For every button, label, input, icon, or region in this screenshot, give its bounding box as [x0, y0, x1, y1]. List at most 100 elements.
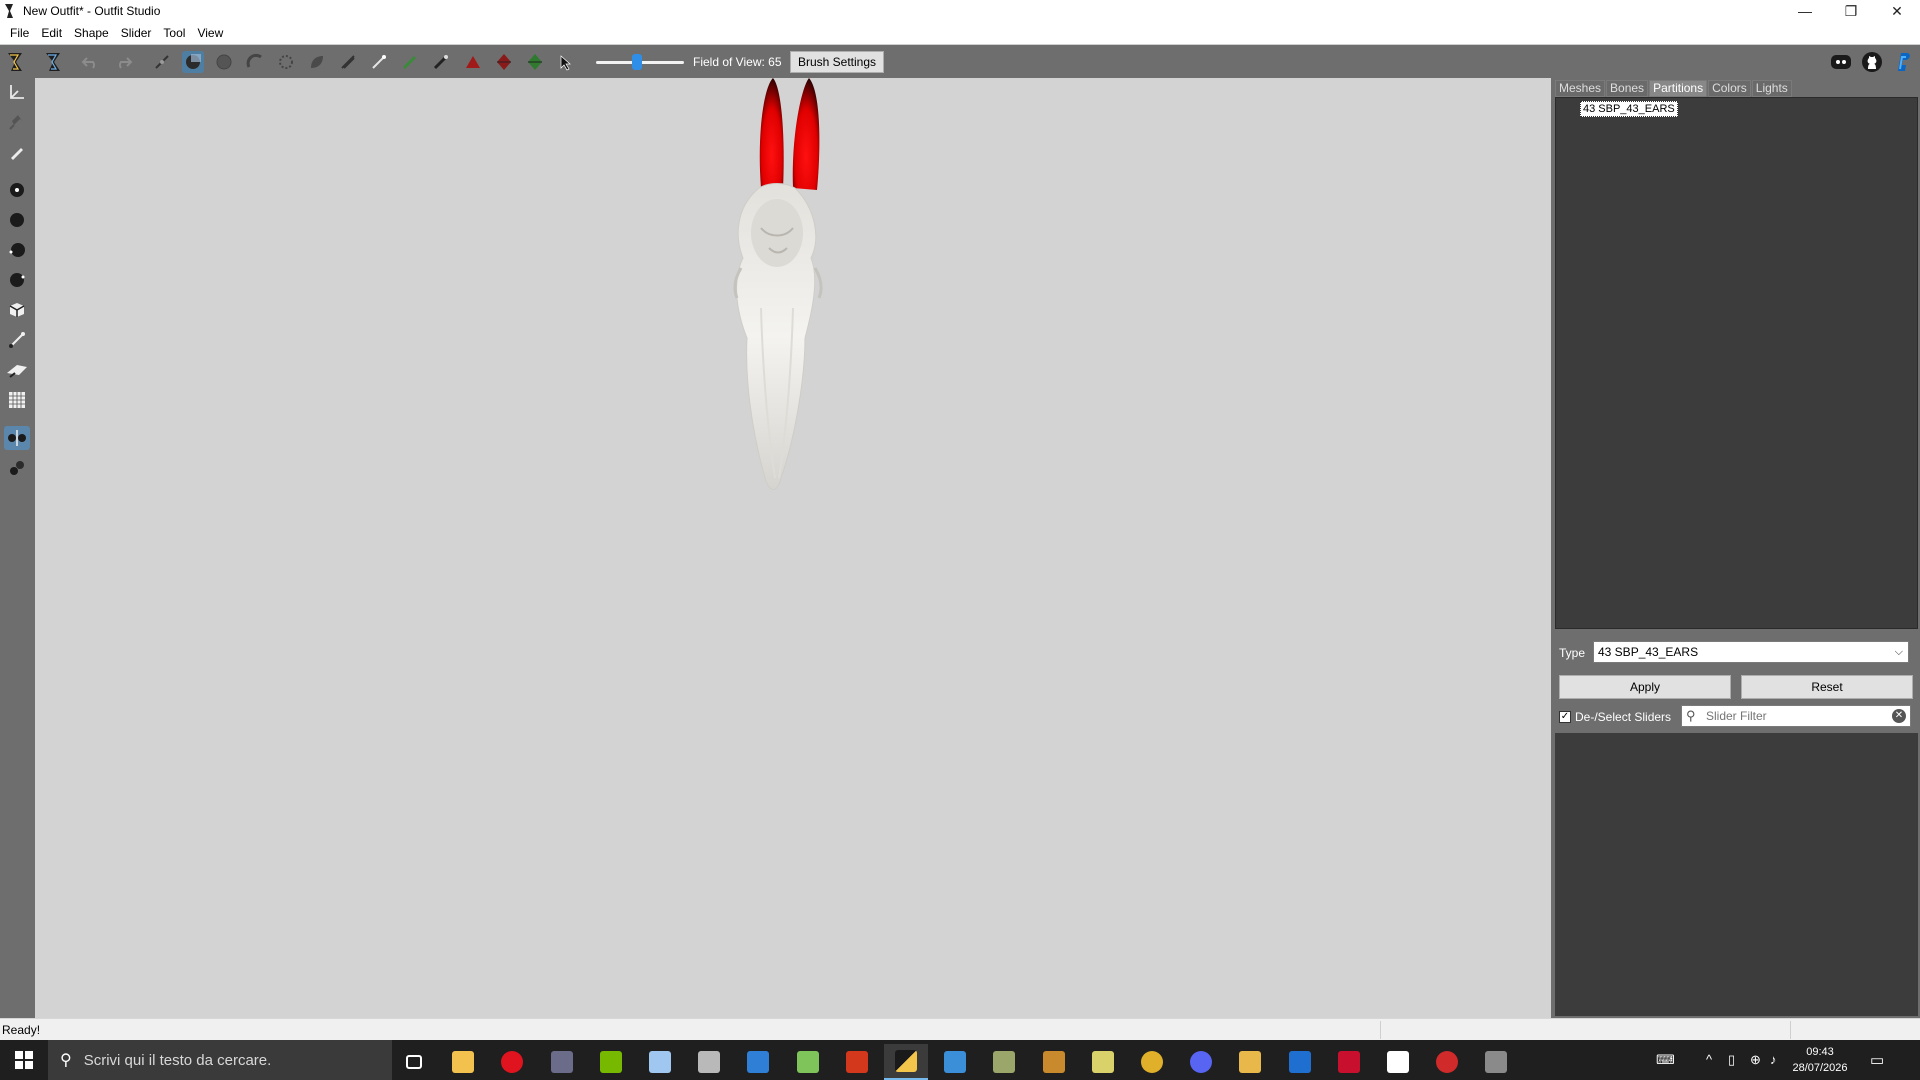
- pivot-tool-icon[interactable]: [4, 110, 30, 134]
- brush-settings-button[interactable]: Brush Settings: [790, 51, 884, 73]
- discord-icon[interactable]: [1830, 51, 1852, 73]
- cube-icon[interactable]: [4, 298, 30, 322]
- brush-app-taskbar-button[interactable]: [638, 1044, 682, 1080]
- move-brush-icon[interactable]: [306, 51, 328, 73]
- weight-brush-icon[interactable]: [368, 51, 390, 73]
- cursor-icon[interactable]: [555, 51, 577, 73]
- deselect-sliders-checkbox[interactable]: ✓ De-/Select Sliders: [1559, 710, 1671, 724]
- volume-icon[interactable]: ♪: [1770, 1052, 1777, 1067]
- task-view-taskbar-button[interactable]: [392, 1044, 436, 1080]
- discord-taskbar-button[interactable]: [1179, 1044, 1223, 1080]
- network-app-taskbar-button[interactable]: [1376, 1044, 1420, 1080]
- fallout-icon: [846, 1051, 868, 1073]
- flip-edge-icon[interactable]: [493, 51, 515, 73]
- window-app-taskbar-button[interactable]: [933, 1044, 977, 1080]
- blue-square-taskbar-button[interactable]: [1278, 1044, 1322, 1080]
- menu-file[interactable]: File: [4, 26, 35, 40]
- vertex-sphere-icon[interactable]: [4, 268, 30, 292]
- tab-bones[interactable]: Bones: [1606, 80, 1649, 97]
- vertex-mid-icon[interactable]: [4, 238, 30, 262]
- collapse-vertex-icon[interactable]: [462, 51, 484, 73]
- outfit-studio-logo-icon[interactable]: [4, 51, 26, 73]
- tab-colors[interactable]: Colors: [1708, 80, 1751, 97]
- 3d-viewport[interactable]: [35, 78, 1551, 1018]
- creature-app-taskbar-button[interactable]: [1032, 1044, 1076, 1080]
- network-icon[interactable]: ⊕: [1750, 1052, 1761, 1068]
- notification-icon[interactable]: ▭: [1870, 1051, 1884, 1069]
- deselect-sliders-label: De-/Select Sliders: [1575, 710, 1672, 724]
- slider-thumb[interactable]: [632, 54, 642, 70]
- keyboard-icon[interactable]: ⌨: [1656, 1052, 1675, 1068]
- field-of-view-slider[interactable]: [596, 54, 684, 70]
- outfit-studio-taskbar-button[interactable]: [884, 1044, 928, 1080]
- app-generic-icon: [551, 1051, 573, 1073]
- xedit-taskbar-button[interactable]: [1327, 1044, 1371, 1080]
- minimize-button[interactable]: —: [1782, 0, 1828, 22]
- bowl-app-icon: [698, 1051, 720, 1073]
- outfit-studio-alt-icon[interactable]: [42, 51, 64, 73]
- notepad-taskbar-button[interactable]: [786, 1044, 830, 1080]
- opera-taskbar-button[interactable]: [490, 1044, 534, 1080]
- select-brush-icon[interactable]: [151, 51, 173, 73]
- map-app-taskbar-button[interactable]: [1081, 1044, 1125, 1080]
- device-icon[interactable]: ▯: [1728, 1052, 1735, 1068]
- tab-meshes[interactable]: Meshes: [1555, 80, 1606, 97]
- paypal-icon[interactable]: [1892, 51, 1914, 73]
- restore-button[interactable]: ❐: [1828, 0, 1874, 22]
- mask-brush-icon[interactable]: [182, 51, 204, 73]
- gear-app-taskbar-button[interactable]: [1425, 1044, 1469, 1080]
- menu-edit[interactable]: Edit: [35, 26, 68, 40]
- vertex-large-icon[interactable]: [4, 208, 30, 232]
- status-divider: [1790, 1021, 1791, 1039]
- store-taskbar-button[interactable]: [736, 1044, 780, 1080]
- unmask-brush-icon[interactable]: [213, 51, 235, 73]
- undo-icon[interactable]: [80, 51, 102, 73]
- gear-app-icon: [1436, 1051, 1458, 1073]
- slider-filter-input[interactable]: [1706, 708, 1886, 724]
- split-edge-icon[interactable]: [524, 51, 546, 73]
- apply-button[interactable]: Apply: [1559, 675, 1731, 699]
- tab-partitions[interactable]: Partitions: [1649, 80, 1708, 97]
- transform-tool-icon[interactable]: [4, 80, 30, 104]
- close-button[interactable]: ✕: [1874, 0, 1920, 22]
- symmetry-icon[interactable]: [4, 426, 30, 450]
- folder-taskbar-button[interactable]: [1228, 1044, 1272, 1080]
- fallout-taskbar-button[interactable]: [835, 1044, 879, 1080]
- checkbox-icon[interactable]: ✓: [1559, 711, 1571, 723]
- printer-app-taskbar-button[interactable]: [982, 1044, 1026, 1080]
- bowl-app-taskbar-button[interactable]: [687, 1044, 731, 1080]
- menu-view[interactable]: View: [191, 26, 229, 40]
- inflate-brush-icon[interactable]: [244, 51, 266, 73]
- clear-icon[interactable]: ✕: [1892, 709, 1906, 723]
- taskbar-search[interactable]: ⚲ Scrivi qui il testo da cercare.: [48, 1040, 392, 1080]
- smooth-brush-icon[interactable]: [337, 51, 359, 73]
- chevron-up-icon[interactable]: ^: [1706, 1052, 1712, 1067]
- start-button[interactable]: [0, 1040, 48, 1080]
- reset-button[interactable]: Reset: [1741, 675, 1913, 699]
- partition-item[interactable]: 43 SBP_43_EARS: [1580, 101, 1678, 117]
- wine-app-taskbar-button[interactable]: [1474, 1044, 1518, 1080]
- chrome-taskbar-button[interactable]: [1130, 1044, 1174, 1080]
- deflate-brush-icon[interactable]: [275, 51, 297, 73]
- pencil-tool-icon[interactable]: [4, 140, 30, 164]
- brush-weight-icon[interactable]: [4, 358, 30, 382]
- clock[interactable]: 09:43 28/07/2026: [1782, 1044, 1858, 1076]
- file-explorer-taskbar-button[interactable]: [441, 1044, 485, 1080]
- edge-tool-icon[interactable]: [4, 328, 30, 352]
- nvidia-taskbar-button[interactable]: [589, 1044, 633, 1080]
- tab-lights[interactable]: Lights: [1751, 80, 1792, 97]
- github-icon[interactable]: [1861, 51, 1883, 73]
- window-title: New Outfit* - Outfit Studio: [23, 4, 161, 18]
- menu-tool[interactable]: Tool: [157, 26, 191, 40]
- redo-icon[interactable]: [112, 51, 134, 73]
- alpha-brush-icon[interactable]: [430, 51, 452, 73]
- status-bar: Ready!: [0, 1018, 1920, 1040]
- color-brush-icon[interactable]: [399, 51, 421, 73]
- connected-icon[interactable]: [4, 456, 30, 480]
- type-select[interactable]: 43 SBP_43_EARS ⌵: [1593, 641, 1909, 663]
- app-generic-taskbar-button[interactable]: [540, 1044, 584, 1080]
- grid-icon[interactable]: [4, 388, 30, 412]
- vertex-small-icon[interactable]: [4, 178, 30, 202]
- menu-slider[interactable]: Slider: [115, 26, 158, 40]
- menu-shape[interactable]: Shape: [68, 26, 115, 40]
